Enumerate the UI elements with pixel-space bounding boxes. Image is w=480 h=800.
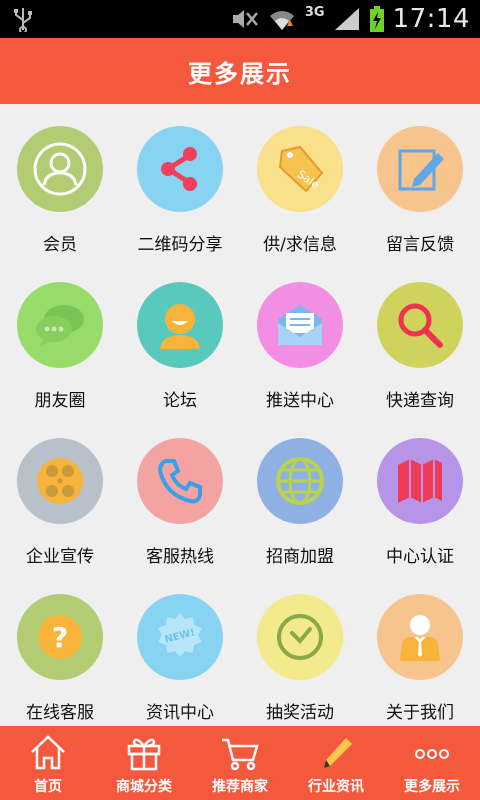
- grid-item-label: 推送中心: [266, 391, 334, 411]
- nav-more-display[interactable]: 更多展示: [384, 726, 480, 800]
- grid-item-label: 招商加盟: [266, 547, 334, 567]
- bottom-navigation: 首页 商城分类 推荐商家 行业资讯 更多展示: [0, 726, 480, 800]
- gift-icon: [127, 738, 161, 771]
- grid-item-online-service[interactable]: ? 在线客服: [0, 572, 120, 726]
- grid-item-certification[interactable]: 中心认证: [360, 416, 480, 572]
- grid-item-push-center[interactable]: 推送中心: [240, 260, 360, 416]
- feature-grid: 会员 二维码分享 Sale 供/求信息 留言反馈 朋友圈 论坛 推送中心 快递查…: [0, 104, 480, 726]
- network-type: 3G: [304, 5, 325, 20]
- home-icon: [31, 735, 65, 770]
- nav-recommended-merchants[interactable]: 推荐商家: [192, 726, 288, 800]
- user-icon: [33, 142, 87, 196]
- clock-icon: [277, 614, 323, 660]
- grid-item-label: 快递查询: [386, 391, 454, 411]
- mail-icon: [278, 305, 322, 345]
- grid-item-label: 朋友圈: [34, 391, 86, 411]
- nav-label: 商城分类: [116, 779, 172, 795]
- grid-item-express-query[interactable]: 快递查询: [360, 260, 480, 416]
- wifi-icon: [269, 11, 294, 30]
- grid-item-moments[interactable]: 朋友圈: [0, 260, 120, 416]
- grid-item-label: 二维码分享: [137, 235, 223, 255]
- grid-item-label: 在线客服: [26, 703, 94, 723]
- nav-label: 推荐商家: [212, 779, 268, 795]
- grid-item-label: 企业宣传: [26, 547, 94, 567]
- status-bar: 3G 17:14: [0, 0, 480, 38]
- business-person-icon: [400, 615, 440, 661]
- battery-charging-icon: [369, 6, 384, 32]
- grid-item-lottery[interactable]: 抽奖活动: [240, 572, 360, 726]
- mute-icon: [232, 10, 258, 28]
- clock-time: 17:14: [392, 4, 470, 34]
- grid-item-qr-share[interactable]: 二维码分享: [120, 104, 240, 260]
- grid-item-label: 供/求信息: [263, 235, 337, 255]
- nav-industry-news[interactable]: 行业资讯: [288, 726, 384, 800]
- grid-item-feedback[interactable]: 留言反馈: [360, 104, 480, 260]
- svg-text:?: ?: [52, 621, 68, 654]
- grid-item-hotline[interactable]: 客服热线: [120, 416, 240, 572]
- film-reel-icon: [37, 458, 83, 504]
- globe-icon: [276, 457, 324, 505]
- more-dots-icon: [415, 749, 449, 759]
- grid-item-label: 资讯中心: [146, 703, 214, 723]
- usb-icon: [14, 8, 32, 32]
- chat-bubbles-icon: [36, 305, 84, 347]
- question-icon: ?: [38, 615, 82, 659]
- signal-icon: [334, 8, 359, 30]
- nav-mall-category[interactable]: 商城分类: [96, 726, 192, 800]
- nav-label: 首页: [34, 779, 62, 795]
- grid-item-promotion[interactable]: 企业宣传: [0, 416, 120, 572]
- grid-item-about-us[interactable]: 关于我们: [360, 572, 480, 726]
- grid-item-franchise[interactable]: 招商加盟: [240, 416, 360, 572]
- new-badge-icon: NEW!: [158, 613, 202, 657]
- grid-item-label: 会员: [43, 235, 77, 255]
- share-icon: [161, 147, 197, 191]
- grid-item-label: 中心认证: [386, 547, 454, 567]
- nav-home[interactable]: 首页: [0, 726, 96, 800]
- grid-item-news-center[interactable]: NEW! 资讯中心: [120, 572, 240, 726]
- edit-note-icon: [398, 149, 444, 191]
- grid-item-label: 关于我们: [386, 703, 454, 723]
- nav-label: 行业资讯: [308, 779, 364, 795]
- grid-item-label: 论坛: [163, 391, 197, 411]
- grid-item-supply-demand[interactable]: Sale 供/求信息: [240, 104, 360, 260]
- grid-item-label: 留言反馈: [386, 235, 454, 255]
- page-title: 更多展示: [188, 59, 292, 88]
- pencil-icon: [324, 738, 352, 768]
- phone-icon: [157, 459, 202, 504]
- magnifier-icon: [398, 303, 443, 348]
- sale-tag-icon: Sale: [278, 145, 324, 193]
- forum-person-icon: [160, 304, 200, 349]
- grid-item-label: 抽奖活动: [266, 703, 334, 723]
- title-bar: 更多展示: [0, 38, 480, 104]
- grid-item-label: 客服热线: [146, 547, 214, 567]
- nav-label: 更多展示: [404, 779, 460, 795]
- cart-icon: [222, 738, 259, 771]
- grid-item-member[interactable]: 会员: [0, 104, 120, 260]
- grid-item-forum[interactable]: 论坛: [120, 260, 240, 416]
- map-icon: [398, 459, 442, 503]
